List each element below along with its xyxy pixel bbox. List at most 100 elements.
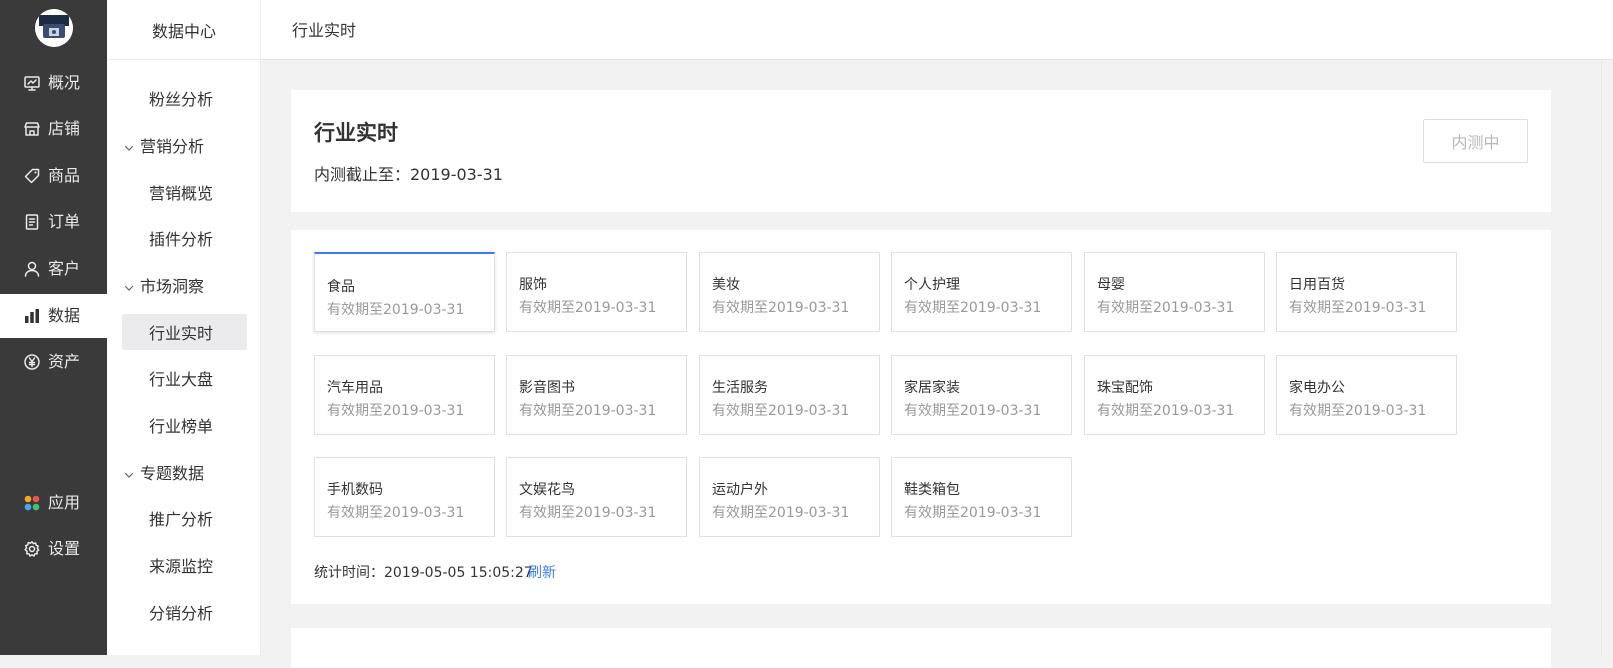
industry-tile[interactable]: 家居家装 有效期至2019-03-31 [891, 355, 1072, 435]
industry-valid-date: 有效期至2019-03-31 [1097, 403, 1235, 419]
tag-icon [22, 166, 42, 186]
nav-item[interactable]: 订单 [0, 200, 107, 244]
industry-tile[interactable]: 服饰有效期至2019-03-31 [506, 252, 687, 332]
subnav-item[interactable]: 来源监控 [122, 547, 247, 583]
industry-tile[interactable]: 家电办公有效期至2019-03-31 [1276, 355, 1457, 435]
yen-icon [22, 352, 42, 372]
nav-item[interactable]: 资产 [0, 340, 107, 384]
subnav-item-label: 粉丝分析 [149, 90, 214, 109]
store-icon [22, 119, 42, 139]
nav-item[interactable]: 客户 [0, 247, 107, 291]
page-header-card: 行业实时 内测截止至：2019-03-31 内测中 [291, 90, 1551, 212]
industry-valid-date: 有效期至2019-03-31 [1289, 300, 1427, 316]
page-scrollbar[interactable] [1601, 60, 1613, 655]
nav-item[interactable]: 数据 [0, 294, 107, 338]
industry-tile[interactable]: 运动户外有效期至2019-03-31 [699, 457, 880, 537]
refresh-link[interactable]: 刷新 [528, 562, 556, 582]
industry-tile[interactable]: 美妆有效期至2019-03-31 [699, 252, 880, 332]
industry-valid-date: 有效期至2019-03-31 [1289, 403, 1427, 419]
industry-name: 文娱花鸟 [519, 482, 575, 498]
industry-tile[interactable]: 手机数码 有效期至2019-03-31 [314, 457, 495, 537]
subnav-group[interactable]: 市场洞察 [123, 267, 248, 303]
industry-tile[interactable]: 母婴 有效期至2019-03-31 [1084, 252, 1265, 332]
subnav-item-label: 市场洞察 [140, 277, 205, 296]
shop-logo-icon [35, 9, 73, 47]
nav-item-label: 订单 [48, 212, 81, 231]
industry-name: 服饰 [519, 277, 547, 293]
nav-item-label: 资产 [48, 352, 81, 371]
beta-deadline-text: 内测截止至：2019-03-31 [314, 165, 503, 184]
industry-name: 运动户外 [712, 482, 768, 498]
industry-name: 家居家装 [904, 380, 960, 396]
subnav-item-label: 行业实时 [149, 324, 214, 343]
secondary-nav-title: 数据中心 [107, 0, 261, 60]
next-card [291, 628, 1551, 668]
chevron-down-icon [123, 279, 135, 291]
industry-tile[interactable]: 文娱花鸟有效期至2019-03-31 [506, 457, 687, 537]
industry-tile[interactable]: 鞋类箱包 有效期至2019-03-31 [891, 457, 1072, 537]
shop-avatar[interactable] [35, 9, 73, 47]
subnav-item-label: 推广分析 [149, 510, 214, 529]
industry-valid-date: 有效期至2019-03-31 [327, 505, 465, 521]
industry-tile[interactable]: 珠宝配饰有效期至2019-03-31 [1084, 355, 1265, 435]
primary-nav: 概况店铺商品订单客户数据资产应用设置 [0, 0, 107, 655]
subnav-item-label: 行业大盘 [149, 370, 214, 389]
industry-valid-date: 有效期至2019-03-31 [519, 505, 657, 521]
gear-icon [22, 539, 42, 559]
subnav-item[interactable]: 插件分析 [122, 220, 247, 256]
industry-name: 食品 [327, 279, 355, 295]
nav-item-label: 概况 [48, 73, 81, 92]
industry-valid-date: 有效期至2019-03-31 [519, 300, 657, 316]
page-title: 行业实时 [314, 121, 398, 145]
beta-status-button[interactable]: 内测中 [1423, 119, 1528, 163]
nav-item-label: 商品 [48, 166, 81, 185]
chevron-down-icon [123, 466, 135, 478]
industry-valid-date: 有效期至2019-03-31 [712, 505, 850, 521]
nav-item[interactable]: 概况 [0, 61, 107, 105]
industry-valid-date: 有效期至2019-03-31 [712, 300, 850, 316]
subnav-group[interactable]: 营销分析 [123, 127, 248, 163]
subnav-item-label: 插件分析 [149, 230, 214, 249]
nav-item[interactable]: 设置 [0, 527, 107, 571]
bar-chart-icon [22, 306, 42, 326]
industry-name: 家电办公 [1289, 380, 1345, 396]
nav-item[interactable]: 店铺 [0, 107, 107, 151]
nav-item-label: 店铺 [48, 119, 81, 138]
industry-name: 美妆 [712, 277, 740, 293]
industry-tile[interactable]: 影音图书有效期至2019-03-31 [506, 355, 687, 435]
industry-tile[interactable]: 汽车用品 有效期至2019-03-31 [314, 355, 495, 435]
user-icon [22, 259, 42, 279]
industry-tile[interactable]: 生活服务 有效期至2019-03-31 [699, 355, 880, 435]
industry-name: 母婴 [1097, 277, 1125, 293]
subnav-item[interactable]: 推广分析 [122, 500, 247, 536]
stat-time: 统计时间：2019-05-05 15:05:27 [314, 565, 533, 581]
industry-name: 鞋类箱包 [904, 482, 960, 498]
subnav-item[interactable]: 分销分析 [122, 594, 247, 630]
industry-name: 影音图书 [519, 380, 575, 396]
subnav-item[interactable]: 行业榜单 [122, 407, 247, 443]
nav-item-label: 设置 [48, 539, 81, 558]
apps-icon [22, 493, 42, 513]
subnav-item[interactable]: 行业大盘 [122, 360, 247, 396]
subnav-group[interactable]: 专题数据 [123, 454, 248, 490]
subnav-item-label: 来源监控 [149, 557, 214, 576]
industry-name: 珠宝配饰 [1097, 380, 1153, 396]
nav-item-label: 数据 [48, 306, 81, 325]
industry-valid-date: 有效期至2019-03-31 [519, 403, 657, 419]
industry-valid-date: 有效期至2019-03-31 [327, 302, 465, 318]
nav-item[interactable]: 商品 [0, 154, 107, 198]
industry-tile[interactable]: 食品有效期至2019-03-31 [314, 252, 495, 332]
subnav-item[interactable]: 营销概览 [122, 174, 247, 210]
subnav-item-label: 营销分析 [140, 137, 205, 156]
subnav-item-label: 行业榜单 [149, 417, 214, 436]
chevron-down-icon [123, 139, 135, 151]
subnav-item[interactable]: 行业实时 [122, 314, 247, 350]
industry-tile[interactable]: 日用百货 有效期至2019-03-31 [1276, 252, 1457, 332]
subnav-item[interactable]: 粉丝分析 [122, 80, 247, 116]
nav-item-label: 应用 [48, 493, 81, 512]
industry-valid-date: 有效期至2019-03-31 [904, 300, 1042, 316]
industry-valid-date: 有效期至2019-03-31 [712, 403, 850, 419]
industry-tile[interactable]: 个人护理 有效期至2019-03-31 [891, 252, 1072, 332]
order-icon [22, 212, 42, 232]
nav-item[interactable]: 应用 [0, 481, 107, 525]
